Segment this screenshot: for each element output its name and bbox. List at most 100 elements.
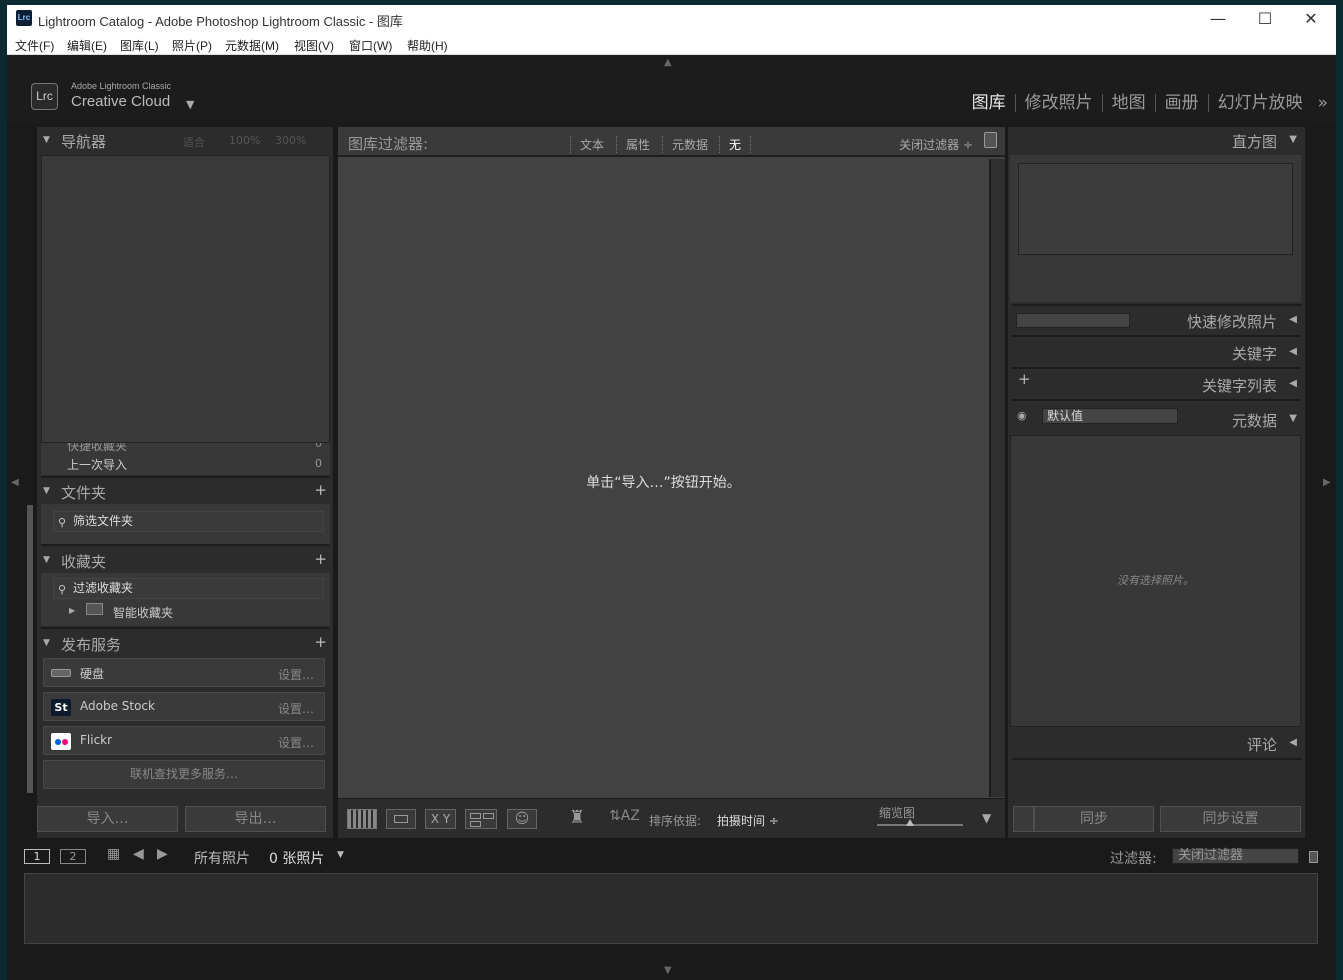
keyword-list-title: 关键字列表 [1201, 377, 1277, 395]
slider-handle[interactable] [906, 819, 914, 826]
zoom-100[interactable]: 100% [229, 134, 260, 147]
lrc-app-icon: Lrc [16, 10, 32, 26]
collections-filter-input[interactable]: ⚲ 过滤收藏夹 [53, 578, 324, 599]
secondary-window-button[interactable]: 2 [60, 849, 86, 864]
collapse-bottom-arrow-icon[interactable]: ▼ [664, 965, 672, 976]
filmstrip[interactable] [24, 873, 1318, 944]
thumbnail-size-slider[interactable] [877, 824, 963, 826]
publish-settings-link[interactable]: 设置… [278, 734, 314, 751]
publish-flickr[interactable]: Flickr 设置… [43, 726, 325, 755]
export-button[interactable]: 导出… [185, 806, 326, 832]
menu-file[interactable]: 文件(F) [15, 37, 54, 54]
menu-library[interactable]: 图库(L) [120, 37, 159, 54]
sort-direction-icon[interactable]: ⇅AZ [609, 808, 640, 824]
publish-settings-link[interactable]: 设置… [278, 700, 314, 717]
metadata-header[interactable]: 元数据 ▼ [1008, 406, 1305, 432]
auto-sync-toggle[interactable] [1013, 806, 1034, 832]
folders-header[interactable]: ▼ 文件夹 + [37, 478, 333, 505]
filter-tab-metadata[interactable]: 元数据 [662, 136, 708, 153]
filter-tab-attribute[interactable]: 属性 [616, 136, 650, 153]
filter-tab-none[interactable]: 无 [719, 136, 752, 153]
menu-view[interactable]: 视图(V) [294, 37, 334, 54]
source-dropdown-icon[interactable]: ▼ [337, 850, 344, 860]
left-panel-toggle-icon[interactable]: ◀ [11, 477, 19, 488]
painter-spray-icon[interactable]: ♜ [569, 807, 585, 828]
module-library[interactable]: 图库 [963, 94, 1015, 112]
grid-scrollbar[interactable] [989, 159, 1005, 797]
search-icon: ⚲ [58, 583, 67, 596]
add-folder-icon[interactable]: + [314, 481, 327, 499]
sync-button[interactable]: 同步 [1034, 806, 1154, 832]
more-modules-icon[interactable]: » [1312, 93, 1328, 113]
close-button[interactable]: ✕ [1288, 8, 1334, 30]
menu-metadata[interactable]: 元数据(M) [225, 37, 279, 54]
empty-grid-message: 单击“导入…”按钮开始。 [586, 475, 741, 491]
catalog-last-import[interactable]: 上一次导入 [67, 456, 127, 473]
grid-area[interactable]: 单击“导入…”按钮开始。 [338, 159, 989, 797]
filter-preset-dropdown[interactable]: 关闭过滤器 ÷ [899, 136, 973, 153]
filter-lock-icon[interactable] [1309, 851, 1318, 863]
lock-icon[interactable] [984, 132, 997, 148]
filter-tab-text[interactable]: 文本 [570, 136, 604, 153]
publish-settings-link[interactable]: 设置… [278, 666, 314, 683]
filmstrip-filter-dropdown[interactable]: 关闭过滤器 [1172, 848, 1299, 864]
folders-filter-input[interactable]: ⚲ 筛选文件夹 [53, 511, 324, 532]
maximize-button[interactable]: ☐ [1242, 8, 1288, 30]
filmstrip-source[interactable]: 所有照片 [194, 848, 250, 868]
brand-product: Adobe Lightroom Classic [71, 81, 172, 91]
sort-dropdown[interactable]: 拍摄时间 ÷ [717, 812, 779, 829]
loupe-view-icon[interactable] [386, 809, 416, 829]
navigator-header[interactable]: ▼ 导航器 适合 100% 300% [37, 127, 333, 154]
right-panel: 直方图 ▼ 快速修改照片 ◀ 关键字 ◀ + 关键字列表 ◀ ◉ 默认值 元数据… [1008, 127, 1305, 838]
collapse-top-arrow-icon[interactable]: ▲ [664, 57, 672, 68]
sync-settings-button[interactable]: 同步设置 [1160, 806, 1301, 832]
import-button[interactable]: 导入… [37, 806, 178, 832]
folders-filter-placeholder: 筛选文件夹 [73, 514, 134, 528]
collections-filter-placeholder: 过滤收藏夹 [73, 581, 134, 595]
smart-collections-item[interactable]: 智能收藏夹 [113, 604, 173, 621]
metadata-title: 元数据 [1231, 412, 1277, 430]
toolbar: X Y ☺ ♜ ⇅AZ 排序依据: 拍摄时间 ÷ 缩览图 ▼ [338, 798, 1005, 838]
lightroom-app: ▲ Lrc Adobe Lightroom Classic Creative C… [7, 55, 1336, 980]
grid-view-icon[interactable] [347, 809, 377, 829]
quick-develop-header[interactable]: 快速修改照片 ◀ [1008, 307, 1305, 333]
brand-dropdown-icon[interactable]: ▼ [186, 98, 194, 111]
zoom-fit[interactable]: 适合 [183, 134, 205, 150]
navigator-preview[interactable] [41, 155, 330, 443]
histogram-header[interactable]: 直方图 ▼ [1008, 127, 1305, 153]
keywording-header[interactable]: 关键字 ◀ [1008, 339, 1305, 365]
compare-view-icon[interactable]: X Y [425, 809, 456, 829]
left-panel-scrollbar[interactable] [27, 505, 33, 793]
module-slideshow[interactable]: 幻灯片放映 [1207, 94, 1312, 112]
survey-view-icon[interactable] [465, 809, 497, 829]
module-book[interactable]: 画册 [1154, 94, 1208, 112]
menu-help[interactable]: 帮助(H) [407, 37, 448, 54]
forward-arrow-icon[interactable]: ▶ [157, 846, 168, 862]
quick-develop-title: 快速修改照片 [1186, 313, 1277, 331]
module-develop[interactable]: 修改照片 [1014, 94, 1102, 112]
keyword-list-header[interactable]: 关键字列表 ◀ [1008, 371, 1305, 397]
grid-icon[interactable]: ▦ [107, 846, 120, 862]
people-view-icon[interactable]: ☺ [507, 809, 537, 829]
find-more-services-button[interactable]: 联机查找更多服务… [43, 760, 325, 789]
right-panel-toggle-icon[interactable]: ▶ [1323, 477, 1331, 488]
add-collection-icon[interactable]: + [314, 550, 327, 568]
module-map[interactable]: 地图 [1101, 94, 1155, 112]
catalog-quick-collection[interactable]: 快捷收藏夹 [67, 443, 127, 454]
menu-window[interactable]: 窗口(W) [349, 37, 392, 54]
minimize-button[interactable]: — [1195, 8, 1241, 30]
publish-hard-drive[interactable]: 硬盘 设置… [43, 658, 325, 687]
menu-photo[interactable]: 照片(P) [172, 37, 212, 54]
menu-edit[interactable]: 编辑(E) [67, 37, 107, 54]
zoom-300[interactable]: 300% [275, 134, 306, 147]
primary-window-button[interactable]: 1 [24, 849, 50, 864]
filmstrip-bar: 1 2 ▦ ◀ ▶ 所有照片 0 张照片 ▼ 过滤器: 关闭过滤器 [23, 843, 1321, 868]
toolbar-options-icon[interactable]: ▼ [982, 811, 991, 825]
back-arrow-icon[interactable]: ◀ [133, 846, 144, 862]
collections-header[interactable]: ▼ 收藏夹 + [37, 547, 333, 574]
publish-adobe-stock[interactable]: St Adobe Stock 设置… [43, 692, 325, 721]
add-publish-service-icon[interactable]: + [314, 633, 327, 651]
expand-triangle-icon[interactable]: ▶ [69, 606, 75, 615]
publish-header[interactable]: ▼ 发布服务 + [37, 630, 333, 657]
comments-header[interactable]: 评论 ◀ [1008, 730, 1305, 756]
